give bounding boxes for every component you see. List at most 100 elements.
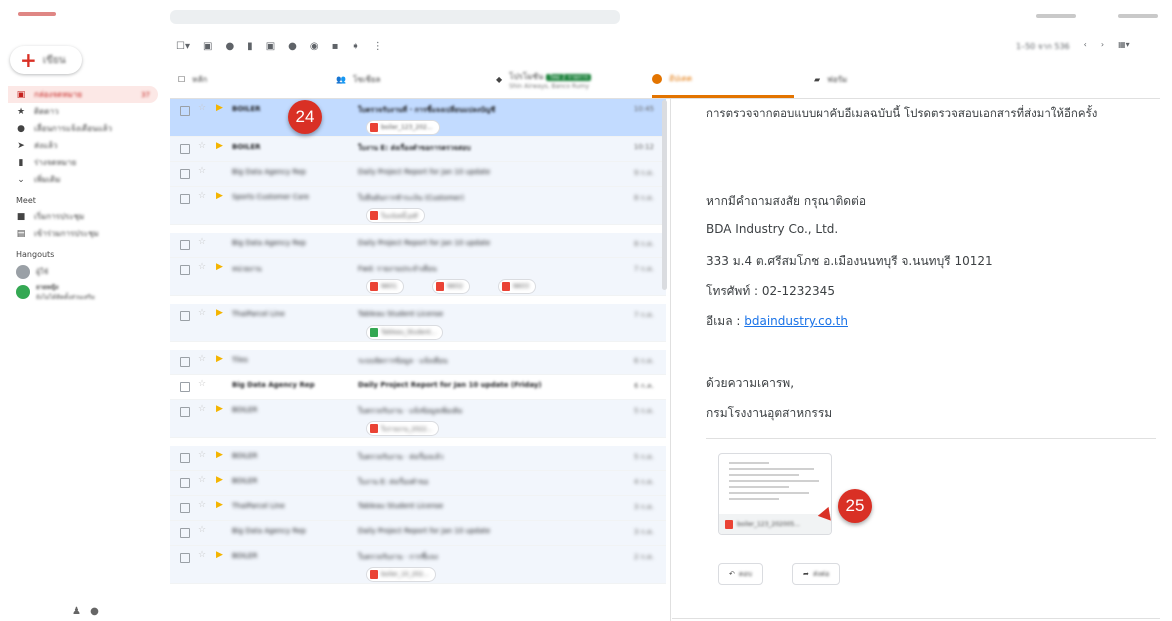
snooze-icon[interactable]: ●	[288, 41, 297, 52]
attachment-chip[interactable]: boiler_123_202...	[366, 120, 440, 135]
account-avatar[interactable]	[1118, 14, 1158, 18]
sidebar-item-join-meeting[interactable]: ▤ เข้าร่วมการประชุม	[8, 225, 158, 242]
star-icon[interactable]: ☆	[198, 450, 206, 460]
chevron-right-icon[interactable]: ›	[1101, 40, 1104, 53]
delete-icon[interactable]: ▮	[247, 41, 253, 52]
important-icon[interactable]: ▶	[216, 308, 223, 318]
important-icon[interactable]: ▶	[216, 500, 223, 510]
star-icon[interactable]: ☆	[198, 262, 206, 272]
website-link[interactable]: bdaindustry.co.th	[744, 314, 848, 328]
row-checkbox[interactable]	[180, 311, 190, 321]
star-icon[interactable]: ☆	[198, 525, 206, 535]
row-checkbox[interactable]	[180, 453, 190, 463]
hangouts-user[interactable]: ผู้ใช้	[8, 262, 158, 282]
star-icon[interactable]: ☆	[198, 475, 206, 485]
attachment-card[interactable]: boiler_123_202005...	[718, 453, 832, 535]
tab-promotions[interactable]: ◆ โปรโมชัน ใหม่ 2 รายการ Shin Airways, Ba…	[496, 62, 592, 97]
more-icon[interactable]: ⋮	[373, 41, 383, 52]
archive-icon[interactable]: ▣	[203, 41, 212, 52]
sidebar-item-new-meeting[interactable]: ■ เริ่มการประชุม	[8, 208, 158, 225]
email-row[interactable]: ☆ ▶ BOILER ใบงาน E: ส่งเรื่องคำขอ 4 ก.ค.	[170, 471, 666, 496]
email-row[interactable]: ☆ Big Data Agency Rep Daily Project Repo…	[170, 233, 666, 258]
row-checkbox[interactable]	[180, 144, 190, 154]
attachment-chip[interactable]: Tableau_Student...	[366, 325, 444, 340]
star-icon[interactable]: ☆	[198, 166, 206, 176]
email-row[interactable]: ☆ ▶ BOILER ใบตรวจรับงาน · แจ้งข้อมูลเพิ่…	[170, 400, 666, 438]
sidebar-item-more[interactable]: ⌄ เพิ่มเติม	[8, 171, 158, 188]
important-icon[interactable]: ▶	[216, 103, 223, 113]
list-scrollbar[interactable]	[662, 100, 667, 290]
star-icon[interactable]: ☆	[198, 141, 206, 151]
row-checkbox[interactable]	[180, 407, 190, 417]
report-spam-icon[interactable]: ●	[225, 41, 234, 52]
sidebar-item-drafts[interactable]: ▮ ร่างจดหมาย	[8, 154, 158, 171]
sidebar-item-sent[interactable]: ➤ ส่งแล้ว	[8, 137, 158, 154]
email-row[interactable]: ☆ Big Data Agency Rep Daily Project Repo…	[170, 162, 666, 187]
row-checkbox[interactable]	[180, 265, 190, 275]
important-icon[interactable]: ▶	[216, 404, 223, 414]
label-icon[interactable]: ➧	[351, 41, 359, 52]
email-row[interactable]: ☆ ▶ หน่วยงาน Fwd: รายงานประจำเดือน 7 ก.ค…	[170, 258, 666, 296]
important-icon[interactable]: ▶	[216, 191, 223, 201]
star-icon[interactable]: ☆	[198, 191, 206, 201]
row-checkbox[interactable]	[180, 106, 190, 116]
forward-button[interactable]: ➦ ส่งต่อ	[792, 563, 841, 585]
row-checkbox[interactable]	[180, 478, 190, 488]
important-icon[interactable]: ▶	[216, 141, 223, 151]
mark-unread-icon[interactable]: ▣	[266, 41, 275, 52]
email-row[interactable]: ☆ ▶ BOILER ใบงาน E: ส่งเรื่องคำขอการตรวจ…	[170, 137, 666, 162]
important-icon[interactable]: ▶	[216, 550, 223, 560]
help-icon[interactable]	[1036, 14, 1076, 18]
add-task-icon[interactable]: ◉	[310, 41, 319, 52]
select-checkbox-icon[interactable]: ☐▾	[176, 41, 190, 52]
row-checkbox[interactable]	[180, 169, 190, 179]
attachment-chip[interactable]: boiler_10_202...	[366, 567, 436, 582]
email-row[interactable]: ☆ ▶ Tiles ระบบจัดการข้อมูล · แจ้งเตือน 6…	[170, 350, 666, 375]
star-icon[interactable]: ☆	[198, 237, 206, 247]
settings-icon[interactable]: ▦▾	[1118, 40, 1130, 53]
email-row[interactable]: ☆ ▶ ThaiParcel Line Tableau Student Lice…	[170, 496, 666, 521]
star-icon[interactable]: ☆	[198, 354, 206, 364]
sidebar-item-snoozed[interactable]: ● เลื่อนการแจ้งเตือนแล้ว	[8, 120, 158, 137]
reply-button[interactable]: ↶ ตอบ	[718, 563, 764, 585]
tab-social[interactable]: 👥 โซเชียล	[336, 62, 380, 97]
email-row[interactable]: ☆ ▶ Sports Customer Care ใบยืนยันการชำระ…	[170, 187, 666, 225]
attachment-chip[interactable]: ใบแจ้งหนี้.pdf	[366, 208, 425, 223]
attachment-chip[interactable]: NK02	[432, 279, 471, 294]
email-row[interactable]: ☆ Big Data Agency Rep Daily Project Repo…	[170, 521, 666, 546]
attachment-chip[interactable]: NK01	[366, 279, 405, 294]
attachment-chip[interactable]: ใบรายงาน_2022...	[366, 421, 440, 436]
app-logo[interactable]	[18, 12, 56, 16]
hangouts-contact[interactable]: ยายหญิง ยังไม่ได้ติดตั้งส่วนเสริม	[8, 282, 158, 302]
star-icon[interactable]: ☆	[198, 500, 206, 510]
row-checkbox[interactable]	[180, 240, 190, 250]
star-icon[interactable]: ☆	[198, 379, 206, 389]
pane-divider[interactable]	[670, 98, 671, 621]
star-icon[interactable]: ☆	[198, 103, 206, 113]
email-row[interactable]: ☆ ▶ BOILER ใบตรวจรับงาน · ส่งเรื่องแล้ว …	[170, 446, 666, 471]
row-checkbox[interactable]	[180, 553, 190, 563]
tab-primary[interactable]: ☐ หลัก	[178, 62, 207, 97]
important-icon[interactable]: ▶	[216, 262, 223, 272]
tab-updates[interactable]: อัปเดต	[652, 62, 794, 98]
move-to-icon[interactable]: ▪	[332, 41, 339, 52]
star-icon[interactable]: ☆	[198, 308, 206, 318]
location-icon[interactable]: ●	[90, 606, 99, 617]
chevron-left-icon[interactable]: ‹	[1084, 40, 1087, 53]
row-checkbox[interactable]	[180, 528, 190, 538]
star-icon[interactable]: ☆	[198, 404, 206, 414]
tab-forums[interactable]: ▰ ฟอรัม	[814, 62, 847, 97]
important-icon[interactable]: ▶	[216, 354, 223, 364]
email-row[interactable]: ☆ Big Data Agency Rep Daily Project Repo…	[170, 375, 666, 400]
attachment-chip[interactable]: NK03	[498, 279, 537, 294]
star-icon[interactable]: ☆	[198, 550, 206, 560]
important-icon[interactable]: ▶	[216, 475, 223, 485]
search-input[interactable]	[170, 10, 620, 24]
row-checkbox[interactable]	[180, 357, 190, 367]
sidebar-item-inbox[interactable]: ▣ กล่องจดหมาย 37	[8, 86, 158, 103]
row-checkbox[interactable]	[180, 194, 190, 204]
compose-button[interactable]: + เขียน	[10, 46, 82, 74]
important-icon[interactable]: ▶	[216, 450, 223, 460]
email-row[interactable]: ☆ ▶ BOILER ใบตรวจรับงานที่ · การชี้แจงเป…	[170, 99, 666, 137]
email-row[interactable]: ☆ ▶ ThaiParcel Line Tableau Student Lice…	[170, 304, 666, 342]
